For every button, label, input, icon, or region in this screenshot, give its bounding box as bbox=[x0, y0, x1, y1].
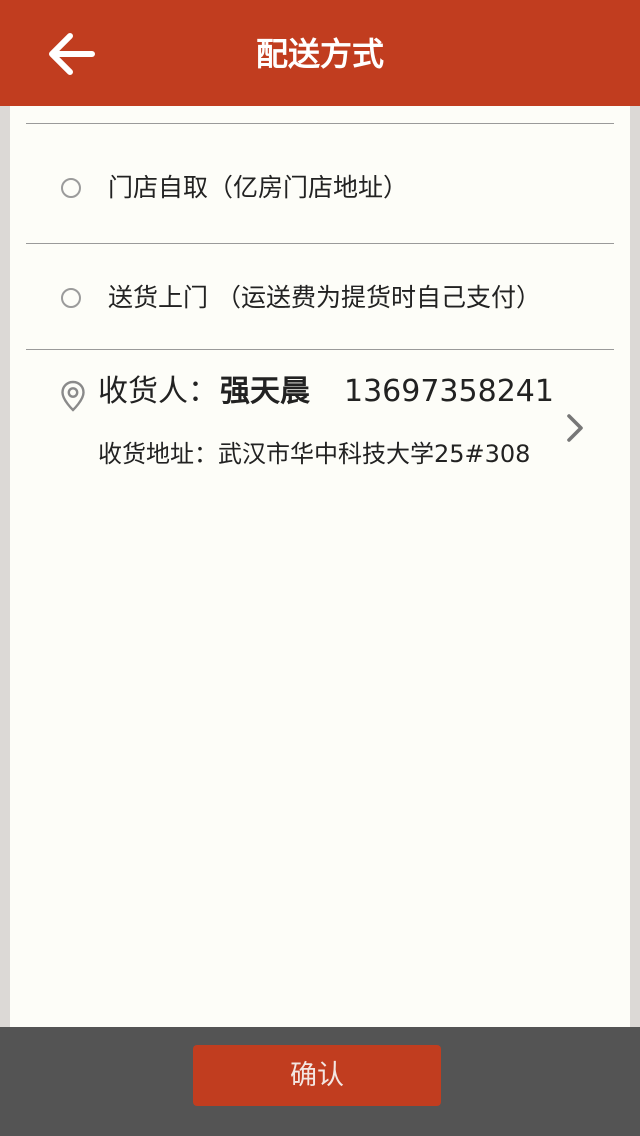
option-home-delivery-label: 送货上门 （运送费为提货时自己支付） bbox=[108, 283, 541, 312]
receiver-line: 收货人：强天晨 bbox=[98, 372, 310, 412]
option-store-pickup[interactable]: 门店自取（亿房门店地址） bbox=[10, 134, 630, 242]
option-store-pickup-label: 门店自取（亿房门店地址） bbox=[108, 173, 409, 202]
divider bbox=[26, 123, 614, 124]
confirm-button[interactable]: 确认 bbox=[193, 1045, 441, 1106]
delivery-panel: 门店自取（亿房门店地址） 送货上门 （运送费为提货时自己支付） 收货人：强天晨 … bbox=[10, 106, 630, 1027]
app-root: 配送方式 门店自取（亿房门店地址） 送货上门 （运送费为提货时自己支付） 收货人… bbox=[0, 0, 640, 1136]
chevron-right-icon[interactable] bbox=[564, 412, 586, 444]
location-pin-icon bbox=[61, 380, 85, 412]
shipping-address: 收货地址：武汉市华中科技大学25#308 bbox=[98, 440, 531, 468]
page-title: 配送方式 bbox=[255, 35, 384, 73]
option-home-delivery[interactable]: 送货上门 （运送费为提货时自己支付） bbox=[10, 244, 630, 352]
bottom-bar: 确认 bbox=[0, 1027, 640, 1136]
receiver-phone: 13697358241 bbox=[344, 374, 554, 409]
address-card[interactable]: 收货人：强天晨 13697358241 收货地址：武汉市华中科技大学25#308 bbox=[10, 350, 630, 480]
receiver-label: 收货人： bbox=[98, 374, 218, 409]
radio-store-pickup[interactable] bbox=[61, 178, 81, 198]
receiver-name: 强天晨 bbox=[220, 374, 310, 409]
radio-home-delivery[interactable] bbox=[61, 288, 81, 308]
top-bar: 配送方式 bbox=[0, 0, 640, 106]
